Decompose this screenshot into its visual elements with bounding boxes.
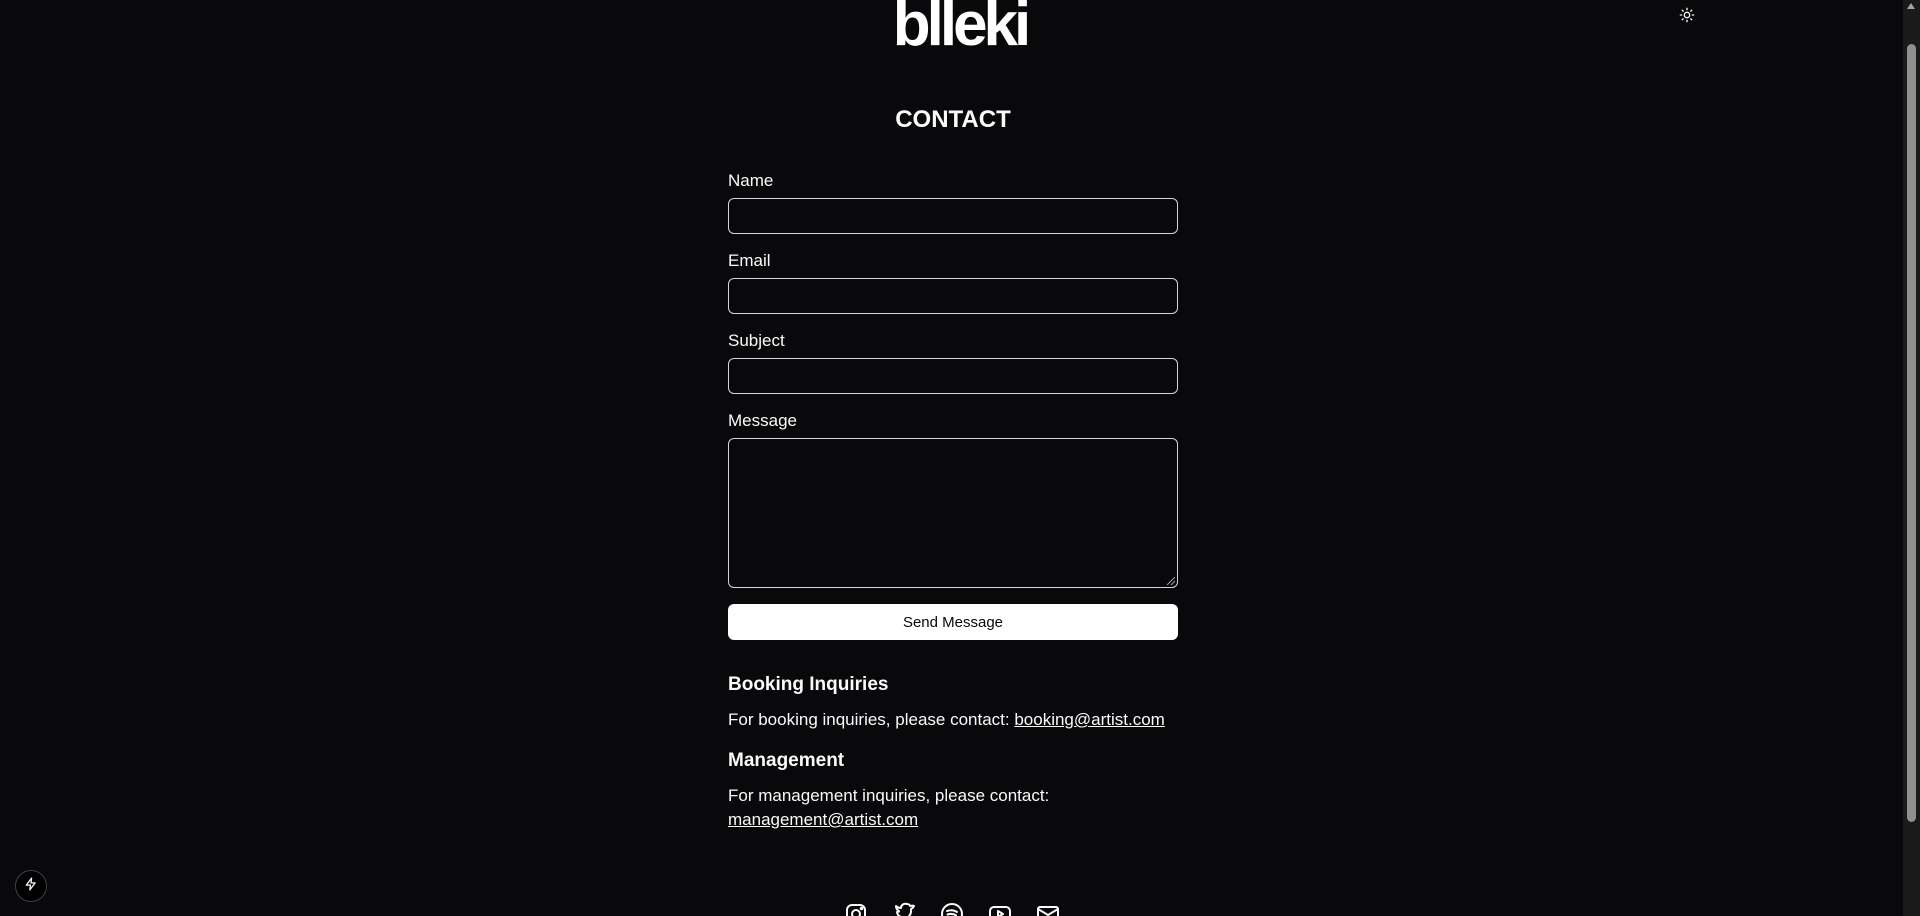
- email-input[interactable]: [728, 278, 1178, 314]
- lightning-icon: [24, 877, 38, 896]
- youtube-icon[interactable]: [988, 902, 1012, 916]
- message-label: Message: [728, 411, 797, 430]
- name-label: Name: [728, 171, 774, 190]
- booking-text: For booking inquiries, please contact: b…: [728, 708, 1178, 732]
- booking-text-label: For booking inquiries, please contact:: [728, 710, 1015, 729]
- management-heading: Management: [728, 750, 845, 771]
- booking-heading: Booking Inquiries: [728, 674, 889, 695]
- page: blleki CONTACT Name Email Subject Messag…: [0, 0, 1920, 916]
- subject-input[interactable]: [728, 358, 1178, 394]
- scrollbar-thumb[interactable]: [1907, 44, 1916, 822]
- subject-label: Subject: [728, 331, 785, 350]
- email-label: Email: [728, 251, 771, 270]
- site-logo[interactable]: blleki: [893, 0, 1032, 56]
- instagram-icon[interactable]: [844, 902, 868, 916]
- scroll-up-icon[interactable]: [1907, 3, 1915, 9]
- message-textarea[interactable]: [728, 438, 1178, 588]
- mail-icon[interactable]: [1036, 902, 1060, 916]
- resize-handle[interactable]: [1167, 577, 1175, 585]
- dev-tools-button[interactable]: [15, 870, 47, 902]
- social-links: [844, 902, 1060, 916]
- management-text-label: For management inquiries, please contact…: [728, 786, 1050, 805]
- booking-email-link[interactable]: booking@artist.com: [1014, 710, 1165, 729]
- theme-toggle-button[interactable]: [1676, 6, 1698, 28]
- sun-icon: [1679, 7, 1695, 28]
- page-scrollbar[interactable]: [1903, 0, 1920, 916]
- twitter-icon[interactable]: [892, 902, 916, 916]
- management-email-link[interactable]: management@artist.com: [728, 810, 918, 829]
- spotify-icon[interactable]: [940, 902, 964, 916]
- page-title: CONTACT: [895, 106, 1011, 133]
- management-text: For management inquiries, please contact…: [728, 784, 1178, 832]
- name-input[interactable]: [728, 198, 1178, 234]
- send-message-button[interactable]: Send Message: [728, 604, 1178, 640]
